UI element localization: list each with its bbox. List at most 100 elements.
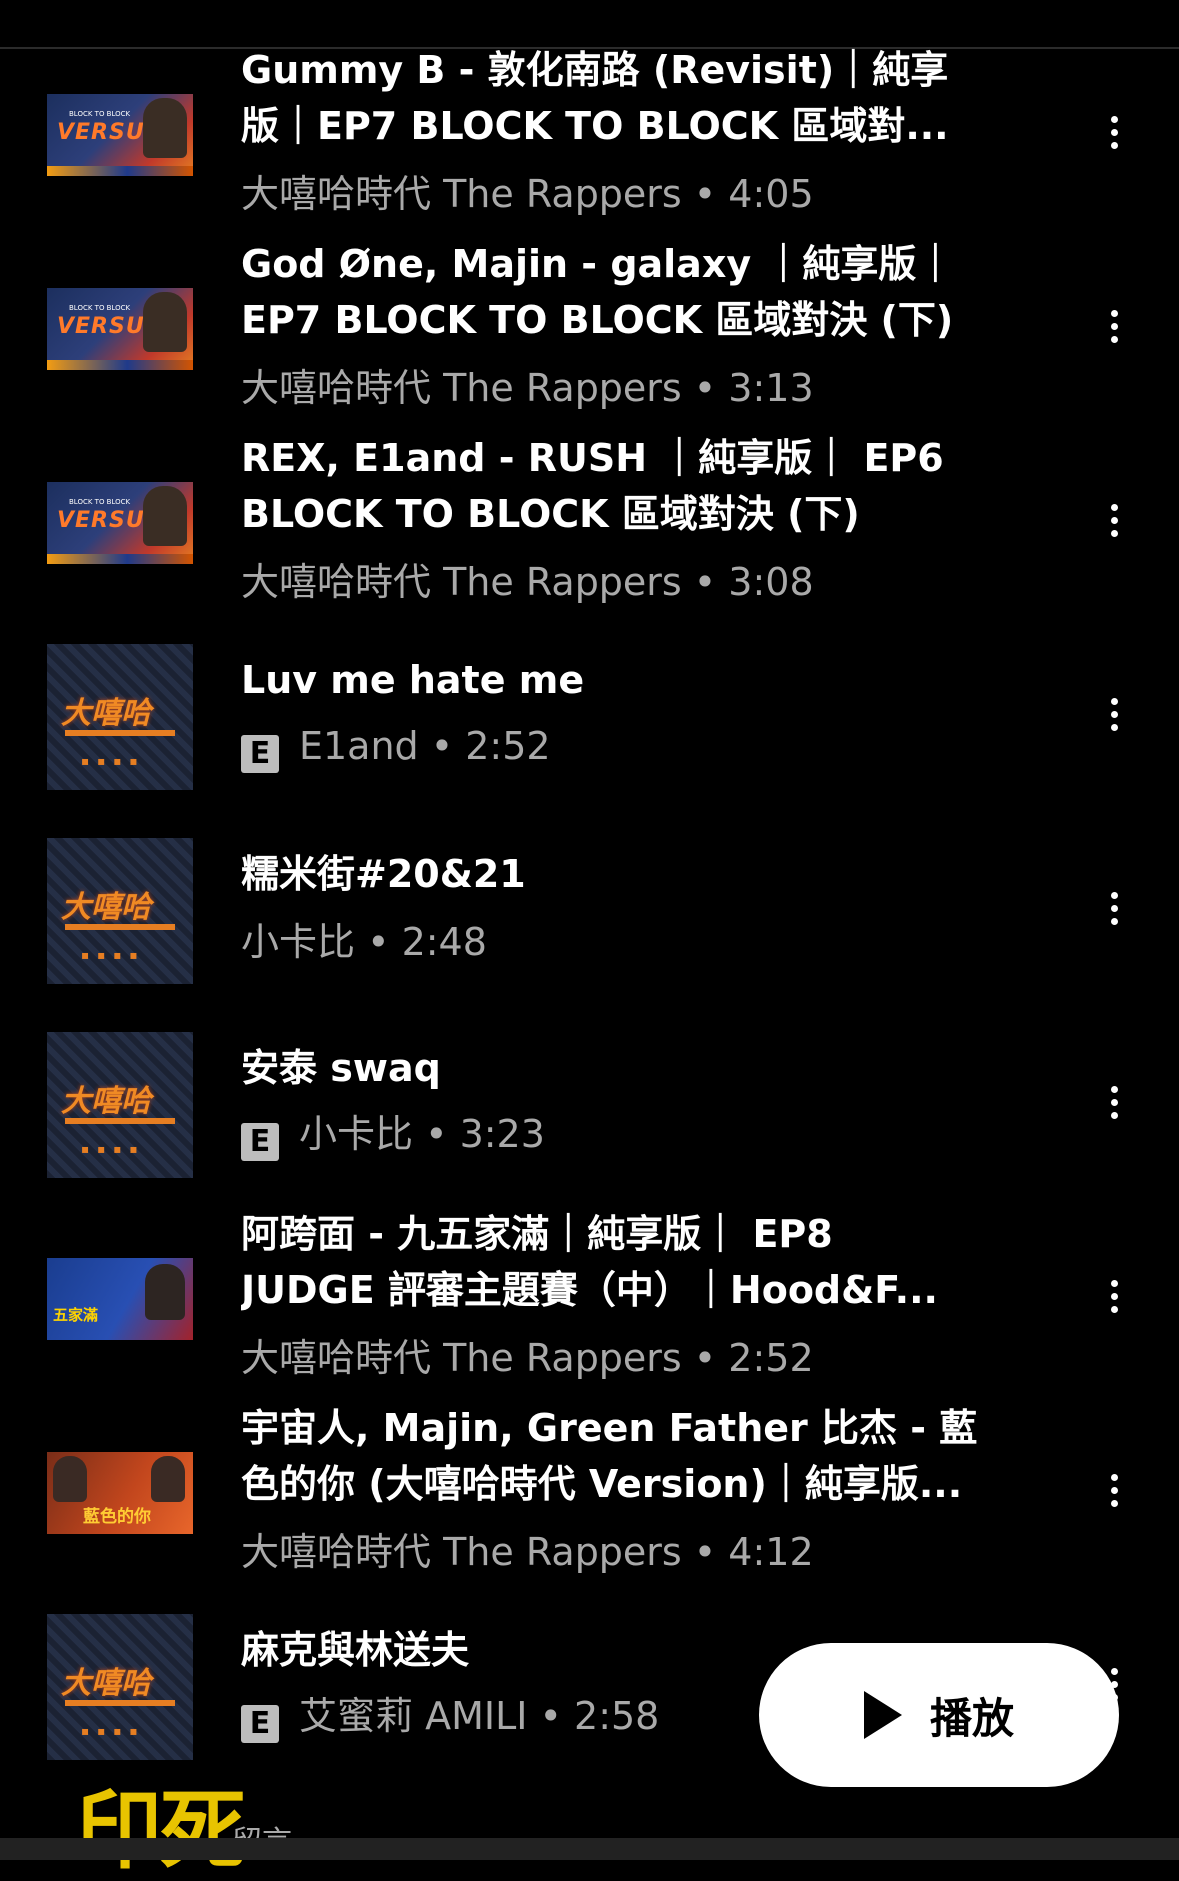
thumbnail-band [47,554,193,564]
thumbnail-art: 藍色的你 [47,1452,193,1534]
more-vert-icon[interactable] [1096,490,1132,550]
thumbnail-art: 大嘻哈 ▪▪▪▪ [47,838,193,984]
thumbnail-band [65,730,175,736]
track-title: 阿跨面 - 九五家滿｜純享版｜ EP8 JUDGE 評審主題賽（中）｜Hood&… [241,1206,997,1318]
thumbnail-dots: ▪▪▪▪ [81,754,146,768]
play-button[interactable]: 播放 [759,1643,1119,1787]
track-title: Luv me hate me [241,652,997,708]
track-meta: E 艾蜜莉 AMILI • 2:58 [241,1688,659,1744]
track-thumbnail: BLOCK TO BLOCK VERSUS [47,62,193,208]
thumbnail-subtitle: BLOCK TO BLOCK [69,110,131,118]
thumbnail-dots: ▪▪▪▪ [81,1142,146,1156]
thumbnail-art: BLOCK TO BLOCK VERSUS [47,482,193,564]
thumbnail-title: 大嘻哈 [61,696,151,731]
thumbnail-band [47,166,193,176]
thumbnail-person [143,98,187,158]
track-title-line: Luv me hate me [241,658,585,702]
thumbnail-person [143,486,187,546]
more-vert-icon[interactable] [1096,1072,1132,1132]
track-meta-text: 小卡比 • 3:23 [299,1112,545,1156]
explicit-badge: E [241,1705,279,1743]
track-row[interactable]: 藍色的你 宇宙人, Majin, Green Father 比杰 - 藍 色的你… [0,1396,1179,1590]
track-title: Gummy B - 敦化南路 (Revisit)｜純享 版｜EP7 BLOCK … [241,42,997,154]
track-thumbnail: 五家滿 [47,1226,193,1372]
track-title-line: 宇宙人, Majin, Green Father 比杰 - 藍 [241,1406,978,1450]
track-thumbnail: 大嘻哈 ▪▪▪▪ [47,644,193,790]
thumbnail-art: BLOCK TO BLOCK VERSUS [47,94,193,176]
thumbnail-title: 藍色的你 [83,1507,151,1527]
track-row[interactable]: BLOCK TO BLOCK VERSUS REX, E1and - RUSH … [0,426,1179,620]
track-title-line: 安泰 swaq [241,1046,441,1090]
more-vert-icon[interactable] [1096,684,1132,744]
track-thumbnail: BLOCK TO BLOCK VERSUS [47,450,193,596]
track-row[interactable]: 大嘻哈 ▪▪▪▪ 糯米街#20&21 小卡比 • 2:48 [0,814,1179,1008]
thumbnail-band [65,1700,175,1706]
track-row[interactable]: BLOCK TO BLOCK VERSUS God Øne, Majin - g… [0,232,1179,426]
track-title-line: 版｜EP7 BLOCK TO BLOCK 區域對... [241,104,949,148]
track-meta: E E1and • 2:52 [241,718,551,774]
track-title-line: JUDGE 評審主題賽（中）｜Hood&F... [241,1268,938,1312]
track-row[interactable]: BLOCK TO BLOCK VERSUS Gummy B - 敦化南路 (Re… [0,38,1179,232]
track-row[interactable]: 大嘻哈 ▪▪▪▪ 安泰 swaq E 小卡比 • 3:23 [0,1008,1179,1202]
track-meta: 大嘻哈時代 The Rappers • 4:12 [241,1530,814,1574]
track-meta: 大嘻哈時代 The Rappers • 4:05 [241,172,814,216]
track-meta: 大嘻哈時代 The Rappers • 3:08 [241,560,814,604]
thumbnail-art: 大嘻哈 ▪▪▪▪ [47,1032,193,1178]
more-vert-icon[interactable] [1096,296,1132,356]
track-title-line: 色的你 (大嘻哈時代 Version)｜純享版... [241,1462,963,1506]
track-row[interactable]: 大嘻哈 ▪▪▪▪ Luv me hate me E E1and • 2:52 [0,620,1179,814]
track-title: REX, E1and - RUSH ｜純享版｜ EP6 BLOCK TO BLO… [241,430,997,542]
track-meta-text: E1and • 2:52 [299,724,551,768]
track-title: God Øne, Majin - galaxy ｜純享版｜ EP7 BLOCK … [241,236,997,348]
thumbnail-band [65,1118,175,1124]
thumbnail-subtitle: BLOCK TO BLOCK [69,304,131,312]
thumbnail-art: 五家滿 [47,1258,193,1340]
track-title-line: BLOCK TO BLOCK 區域對決 (下) [241,492,860,536]
explicit-badge: E [241,735,279,773]
play-icon [863,1691,902,1739]
track-meta: 大嘻哈時代 The Rappers • 3:13 [241,366,814,410]
track-meta: E 小卡比 • 3:23 [241,1106,545,1162]
thumbnail-title: 大嘻哈 [61,890,151,925]
track-title-line: 阿跨面 - 九五家滿｜純享版｜ EP8 [241,1212,833,1256]
thumbnail-title: 大嘻哈 [61,1666,151,1701]
thumbnail-person [143,292,187,352]
bottom-logo: 印死 [76,1781,246,1881]
thumbnail-title: 大嘻哈 [61,1084,151,1119]
thumbnail-band [65,924,175,930]
track-title-line: Gummy B - 敦化南路 (Revisit)｜純享 [241,48,949,92]
track-title: 宇宙人, Majin, Green Father 比杰 - 藍 色的你 (大嘻哈… [241,1400,997,1512]
bottom-bar [0,1838,1179,1860]
thumbnail-person [145,1264,185,1320]
explicit-badge: E [241,1123,279,1161]
thumbnail-title: 五家滿 [53,1306,99,1324]
track-row[interactable]: 五家滿 阿跨面 - 九五家滿｜純享版｜ EP8 JUDGE 評審主題賽（中）｜H… [0,1202,1179,1396]
thumbnail-subtitle: BLOCK TO BLOCK [69,498,131,506]
thumbnail-band [47,360,193,370]
track-title: 糯米街#20&21 [241,846,997,902]
track-meta: 大嘻哈時代 The Rappers • 2:52 [241,1336,814,1380]
track-title-line: 糯米街#20&21 [241,852,526,896]
track-meta: 小卡比 • 2:48 [241,920,487,964]
more-vert-icon[interactable] [1096,1460,1132,1520]
thumbnail-dots: ▪▪▪▪ [81,1724,146,1738]
track-thumbnail: 藍色的你 [47,1420,193,1566]
thumbnail-art: 大嘻哈 ▪▪▪▪ [47,644,193,790]
more-vert-icon[interactable] [1096,102,1132,162]
track-title-line: EP7 BLOCK TO BLOCK 區域對決 (下) [241,298,954,342]
track-thumbnail: 大嘻哈 ▪▪▪▪ [47,1032,193,1178]
track-meta-text: 艾蜜莉 AMILI • 2:58 [299,1694,660,1738]
track-thumbnail: BLOCK TO BLOCK VERSUS [47,256,193,402]
thumbnail-person [53,1456,87,1502]
more-vert-icon[interactable] [1096,1266,1132,1326]
more-vert-icon[interactable] [1096,878,1132,938]
thumbnail-art: BLOCK TO BLOCK VERSUS [47,288,193,370]
thumbnail-art: 大嘻哈 ▪▪▪▪ [47,1614,193,1760]
track-thumbnail: 大嘻哈 ▪▪▪▪ [47,838,193,984]
track-title-line: REX, E1and - RUSH ｜純享版｜ EP6 [241,436,944,480]
thumbnail-person [151,1456,185,1502]
track-title-line: God Øne, Majin - galaxy ｜純享版｜ [241,242,955,286]
track-thumbnail: 大嘻哈 ▪▪▪▪ [47,1614,193,1760]
track-title: 安泰 swaq [241,1040,997,1096]
play-button-label: 播放 [929,1693,1014,1743]
